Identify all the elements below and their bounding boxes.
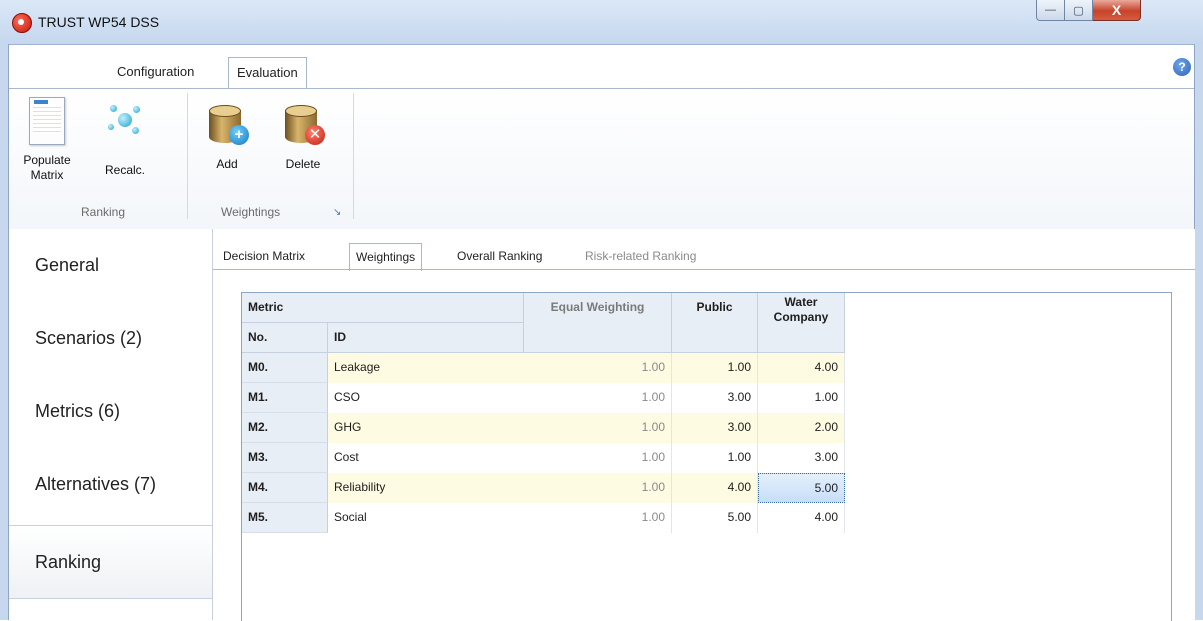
sidebar: General Scenarios (2) Metrics (6) Altern… xyxy=(9,229,213,620)
maximize-button[interactable]: ▢ xyxy=(1065,0,1093,21)
row-number: M2. xyxy=(242,413,328,443)
row-id[interactable]: CSO xyxy=(328,383,524,413)
group-separator xyxy=(353,93,354,219)
sidebar-item-label: Scenarios (2) xyxy=(35,328,143,348)
row-number: M4. xyxy=(242,473,328,503)
cell-public[interactable]: 3.00 xyxy=(672,413,758,443)
cell-equal-weighting[interactable]: 1.00 xyxy=(524,443,672,473)
cell-public[interactable]: 1.00 xyxy=(672,353,758,383)
window-frame-right xyxy=(1194,44,1203,620)
ranking-group-label: Ranking xyxy=(81,205,126,219)
header-label-line1: Water xyxy=(784,295,818,309)
cell-water-company[interactable]: 3.00 xyxy=(758,443,845,473)
sidebar-item-metrics[interactable]: Metrics (6) xyxy=(9,375,212,447)
sidebar-item-ranking[interactable]: Ranking xyxy=(9,525,213,599)
row-number: M3. xyxy=(242,443,328,473)
cell-water-company[interactable]: 4.00 xyxy=(758,353,845,383)
tab-evaluation[interactable]: Evaluation xyxy=(228,57,307,89)
minimize-button[interactable]: — xyxy=(1036,0,1065,21)
add-weighting-button[interactable]: + Add xyxy=(205,103,249,172)
column-header-no: No. xyxy=(242,323,328,353)
cell-public[interactable]: 4.00 xyxy=(672,473,758,503)
sidebar-item-general[interactable]: General xyxy=(9,229,212,301)
delete-weighting-button[interactable]: ✕ Delete xyxy=(277,103,329,172)
sidebar-item-label: Alternatives (7) xyxy=(35,474,157,494)
help-icon[interactable]: ? xyxy=(1173,58,1191,76)
row-id[interactable]: Social xyxy=(328,503,524,533)
row-id[interactable]: GHG xyxy=(328,413,524,443)
ribbon-tab-strip: Configuration Evaluation xyxy=(9,45,1194,89)
cell-equal-weighting[interactable]: 1.00 xyxy=(524,353,672,383)
window-title: TRUST WP54 DSS xyxy=(38,14,160,30)
cell-equal-weighting[interactable]: 1.00 xyxy=(524,383,672,413)
sidebar-item-label: Ranking xyxy=(35,552,102,572)
populate-matrix-button[interactable]: Populate Matrix xyxy=(19,97,75,183)
cell-public[interactable]: 5.00 xyxy=(672,503,758,533)
recalc-button[interactable]: Recalc. xyxy=(97,97,153,178)
row-number: M1. xyxy=(242,383,328,413)
window-controls: — ▢ X xyxy=(1036,0,1141,22)
cell-public[interactable]: 1.00 xyxy=(672,443,758,473)
cell-equal-weighting[interactable]: 1.00 xyxy=(524,503,672,533)
row-id[interactable]: Cost xyxy=(328,443,524,473)
row-id[interactable]: Leakage xyxy=(328,353,524,383)
cell-public[interactable]: 3.00 xyxy=(672,383,758,413)
spreadsheet-icon xyxy=(29,97,65,145)
database-add-icon: + xyxy=(207,103,249,145)
column-header-equal-weighting[interactable]: Equal Weighting xyxy=(524,293,672,353)
database-delete-icon: ✕ xyxy=(283,103,325,145)
tab-weightings[interactable]: Weightings xyxy=(349,243,423,271)
sidebar-item-label: General xyxy=(35,255,100,275)
title-bar: TRUST WP54 DSS — ▢ X xyxy=(0,0,1203,45)
tab-configuration[interactable]: Configuration xyxy=(109,57,202,87)
recalc-label: Recalc. xyxy=(104,163,145,177)
tab-risk-related-ranking: Risk-related Ranking xyxy=(585,249,697,263)
cell-water-company[interactable]: 2.00 xyxy=(758,413,845,443)
populate-label-line1: Populate xyxy=(23,153,71,167)
app-logo-icon xyxy=(12,13,32,33)
cell-equal-weighting[interactable]: 1.00 xyxy=(524,413,672,443)
close-button[interactable]: X xyxy=(1093,0,1141,21)
weightings-grid[interactable]: Metric No. ID Equal Weighting Public Wat… xyxy=(241,292,1172,621)
cell-equal-weighting[interactable]: 1.00 xyxy=(524,473,672,503)
cell-water-company-selected[interactable]: 5.00 xyxy=(758,473,845,503)
delete-label: Delete xyxy=(285,157,321,171)
column-header-metric: Metric xyxy=(242,293,524,323)
header-label-line2: Company xyxy=(773,310,829,324)
main-content: Decision Matrix Weightings Overall Ranki… xyxy=(212,229,1195,621)
row-id[interactable]: Reliability xyxy=(328,473,524,503)
dialog-launcher-icon[interactable]: ↘ xyxy=(333,207,341,218)
populate-label-line2: Matrix xyxy=(30,168,64,182)
column-header-id: ID xyxy=(328,323,524,353)
row-number: M0. xyxy=(242,353,328,383)
add-label: Add xyxy=(216,157,238,171)
tab-decision-matrix[interactable]: Decision Matrix xyxy=(217,243,311,269)
window-frame-left xyxy=(0,44,9,620)
tab-overall-ranking[interactable]: Overall Ranking xyxy=(451,243,548,269)
column-header-public[interactable]: Public xyxy=(672,293,758,353)
cell-water-company[interactable]: 4.00 xyxy=(758,503,845,533)
sidebar-item-label: Metrics (6) xyxy=(35,401,120,421)
sidebar-item-alternatives[interactable]: Alternatives (7) xyxy=(9,448,212,520)
sidebar-item-scenarios[interactable]: Scenarios (2) xyxy=(9,302,212,374)
column-header-water-company[interactable]: Water Company xyxy=(758,293,845,353)
tab-divider xyxy=(213,269,1195,270)
group-separator xyxy=(187,93,188,219)
row-number: M5. xyxy=(242,503,328,533)
cell-water-company[interactable]: 1.00 xyxy=(758,383,845,413)
ribbon-panel: Populate Matrix Recalc. Ranking + Add ✕ … xyxy=(9,88,1194,230)
molecule-icon xyxy=(108,103,142,137)
weightings-group-label: Weightings xyxy=(221,205,281,219)
